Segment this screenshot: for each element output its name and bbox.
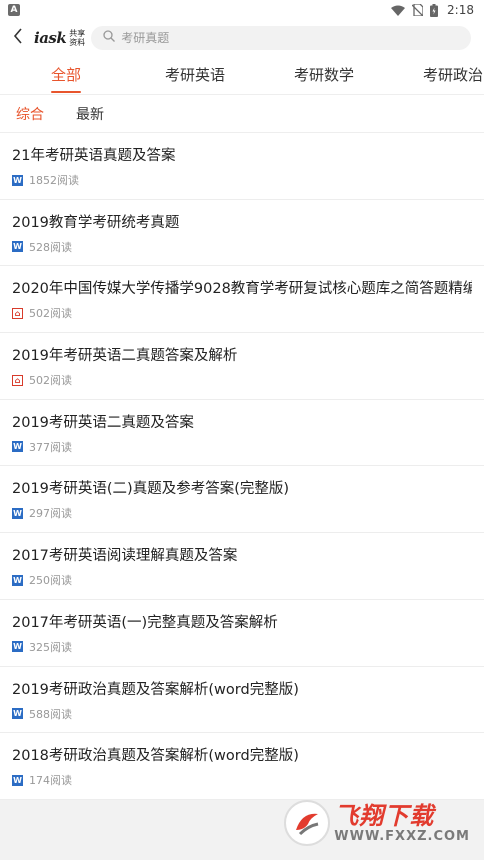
- read-count: 325阅读: [29, 640, 72, 654]
- read-count: 528阅读: [29, 240, 72, 254]
- item-title: 2019考研政治真题及答案解析(word完整版): [12, 681, 299, 698]
- watermark-emblem-icon: [284, 800, 331, 846]
- list-item[interactable]: 2017考研英语阅读理解真题及答案 W 250阅读: [0, 533, 484, 600]
- pdf-file-icon: ⌂: [12, 374, 23, 386]
- item-title: 2019年考研英语二真题答案及解析: [12, 348, 238, 365]
- read-count: 502阅读: [29, 374, 72, 388]
- wifi-icon: [391, 5, 406, 16]
- item-meta: W 325阅读: [12, 639, 472, 655]
- back-button[interactable]: [8, 23, 28, 53]
- list-item[interactable]: 21年考研英语真题及答案 W 1852阅读: [0, 133, 484, 200]
- item-title: 2019考研英语二真题及答案: [12, 414, 194, 431]
- tab-politics[interactable]: 考研政治: [423, 55, 483, 94]
- logo-text: 共享 资料: [69, 29, 85, 47]
- no-sim-icon: [412, 4, 424, 16]
- read-count: 502阅读: [29, 307, 72, 321]
- word-file-icon: W: [12, 774, 23, 786]
- logo-text-line2: 资料: [69, 37, 86, 47]
- sort-tabs: 综合 最新: [0, 95, 484, 133]
- item-meta: W 250阅读: [12, 572, 472, 588]
- read-count: 297阅读: [29, 507, 72, 521]
- read-count: 588阅读: [29, 707, 72, 721]
- item-title: 2018考研政治真题及答案解析(word完整版): [12, 748, 299, 765]
- item-meta: W 377阅读: [12, 439, 472, 455]
- item-meta: W 588阅读: [12, 706, 472, 722]
- word-file-icon: W: [12, 441, 23, 453]
- word-file-icon: W: [12, 641, 23, 653]
- document-list: 21年考研英语真题及答案 W 1852阅读 2019教育学考研统考真题 W 528阅读 20…: [0, 133, 484, 800]
- item-meta: W 528阅读: [12, 239, 472, 255]
- battery-icon: [430, 3, 439, 17]
- item-title: 2017年考研英语(一)完整真题及答案解析: [12, 614, 278, 631]
- tab-all[interactable]: 全部: [51, 55, 82, 94]
- word-file-icon: W: [12, 574, 23, 586]
- notification-icon: A: [8, 4, 20, 16]
- list-item[interactable]: 2019考研英语二真题及答案 W 377阅读: [0, 400, 484, 467]
- logo-mark: iask: [34, 28, 67, 47]
- item-meta: W 174阅读: [12, 772, 472, 788]
- word-file-icon: W: [12, 708, 23, 719]
- tab-english[interactable]: 考研英语: [165, 55, 225, 94]
- watermark-cn: 飞翔下载: [334, 802, 435, 830]
- read-count: 250阅读: [29, 574, 72, 588]
- list-item[interactable]: 2019考研政治真题及答案解析(word完整版) W 588阅读: [0, 667, 484, 734]
- status-bar: A 2:18: [0, 0, 484, 20]
- header: iask 共享 资料 考研真题: [0, 20, 484, 55]
- word-file-icon: W: [12, 241, 23, 253]
- read-count: 174阅读: [29, 774, 72, 788]
- search-icon: [103, 30, 121, 45]
- read-count: 1852阅读: [29, 174, 79, 187]
- item-title: 2019考研英语(二)真题及参考答案(完整版): [12, 481, 290, 498]
- logo-text-line1: 共享: [69, 28, 86, 38]
- read-count: 377阅读: [29, 440, 72, 454]
- list-item[interactable]: 2020年中国传媒大学传播学9028教育学考研复试核心题库之简答题精编 ⌂ 502阅…: [0, 266, 484, 334]
- status-time: 2:18: [447, 3, 474, 17]
- item-meta: ⌂ 502阅读: [12, 372, 472, 388]
- tab-math[interactable]: 考研数学: [294, 55, 354, 94]
- watermark-en: WWW.FXXZ.COM: [334, 829, 470, 844]
- iask-logo: iask 共享 资料: [34, 23, 85, 53]
- list-item[interactable]: 2019考研英语(二)真题及参考答案(完整版) W 297阅读: [0, 466, 484, 534]
- item-meta: W 1852阅读: [12, 172, 472, 188]
- search-placeholder: 考研真题: [121, 31, 170, 45]
- item-title: 2017考研英语阅读理解真题及答案: [12, 548, 238, 565]
- sort-tab-overall[interactable]: 综合: [16, 104, 44, 124]
- list-item[interactable]: 2019教育学考研统考真题 W 528阅读: [0, 200, 484, 267]
- item-title: 2019教育学考研统考真题: [12, 214, 180, 231]
- sort-tab-latest[interactable]: 最新: [76, 104, 104, 124]
- item-meta: ⌂ 502阅读: [12, 305, 472, 321]
- category-tabs: 全部 考研英语 考研数学 考研政治: [0, 55, 484, 95]
- list-item[interactable]: 2018考研政治真题及答案解析(word完整版) W 174阅读: [0, 733, 484, 800]
- item-meta: W 297阅读: [12, 505, 472, 521]
- search-input[interactable]: 考研真题: [91, 25, 472, 50]
- pdf-file-icon: ⌂: [12, 307, 23, 319]
- list-item[interactable]: 2017年考研英语(一)完整真题及答案解析 W 325阅读: [0, 600, 484, 667]
- chevron-left-icon: [13, 27, 23, 48]
- word-file-icon: W: [12, 507, 23, 519]
- word-file-icon: W: [12, 174, 23, 186]
- item-title: 2020年中国传媒大学传播学9028教育学考研复试核心题库之简答题精编: [12, 281, 472, 298]
- list-item[interactable]: 2019年考研英语二真题答案及解析 ⌂ 502阅读: [0, 333, 484, 400]
- item-title: 21年考研英语真题及答案: [12, 148, 176, 164]
- watermark-logo: 飞翔下载 WWW.FXXZ.COM: [284, 800, 470, 846]
